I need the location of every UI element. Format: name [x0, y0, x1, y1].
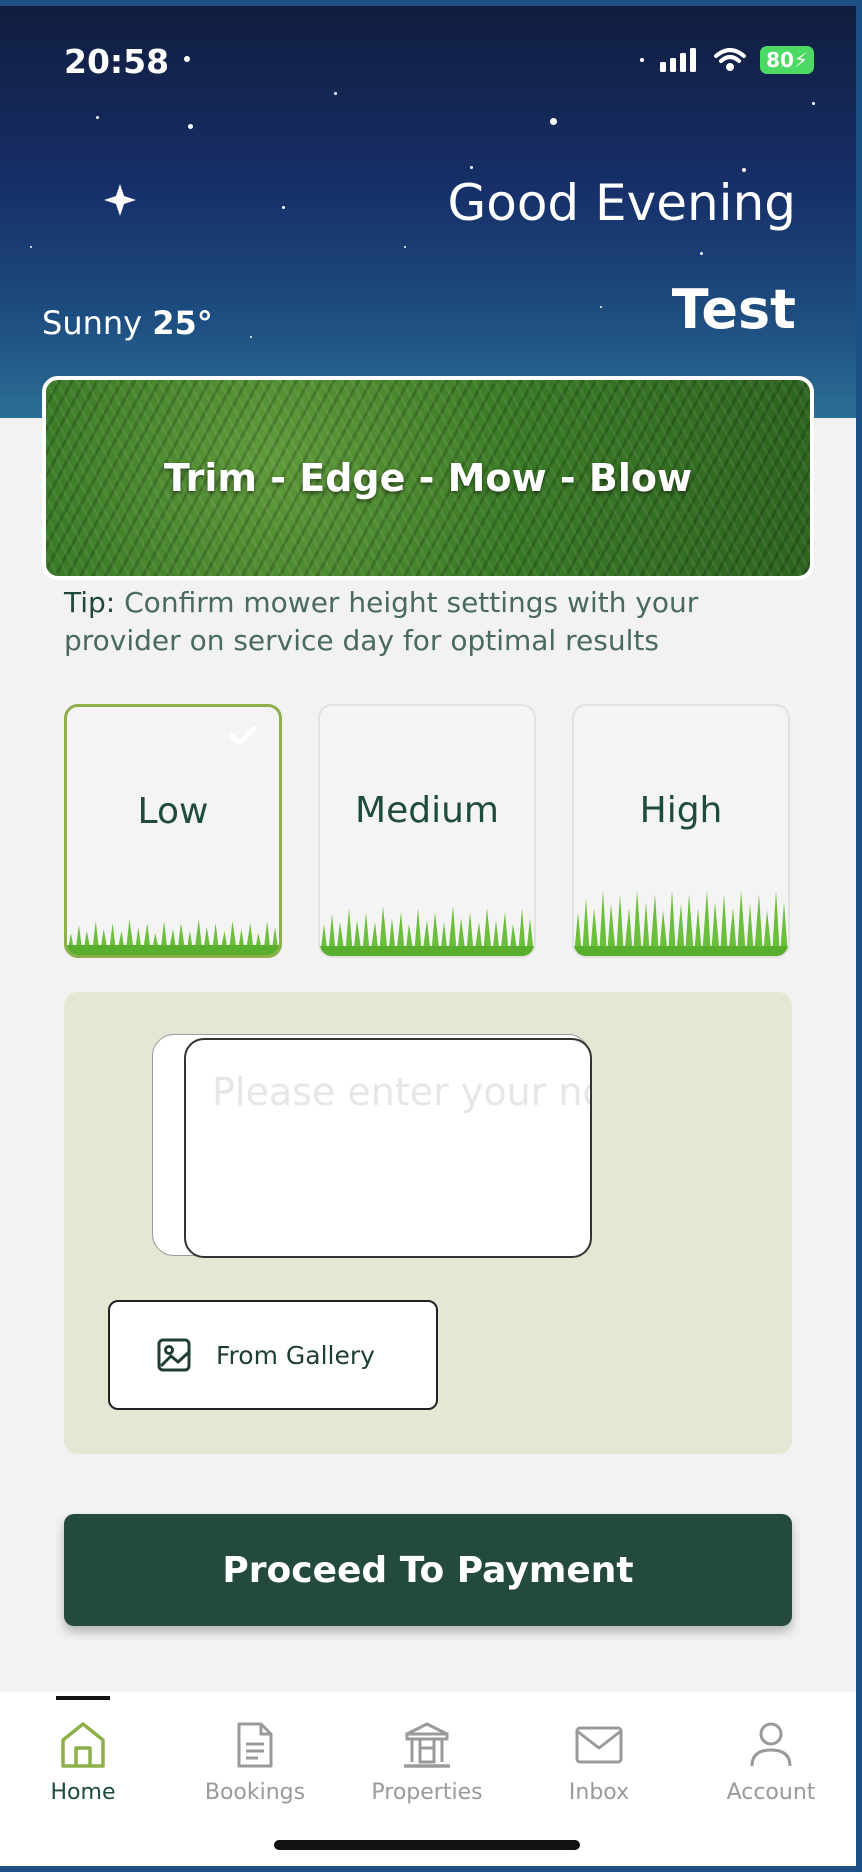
- building-icon: [404, 1722, 450, 1768]
- weather-summary: Sunny 25°: [42, 304, 213, 342]
- proceed-to-payment-button[interactable]: Proceed To Payment: [64, 1514, 792, 1626]
- tab-label-bookings: Bookings: [204, 1780, 306, 1805]
- tab-properties[interactable]: Properties: [352, 1720, 502, 1805]
- greeting-text: Good Evening: [447, 174, 796, 232]
- from-gallery-label: From Gallery: [216, 1340, 375, 1370]
- height-option-high[interactable]: High: [572, 704, 790, 958]
- tip-label: Tip:: [64, 586, 116, 619]
- mail-icon: [575, 1726, 623, 1764]
- tall-grass-icon: [574, 890, 788, 956]
- wifi-icon: [714, 48, 747, 71]
- battery-icon: 80⚡: [760, 46, 814, 74]
- weather-condition: Sunny: [42, 304, 143, 342]
- tab-label-home: Home: [50, 1780, 116, 1805]
- status-time: 20:58: [64, 42, 170, 81]
- service-banner: Trim - Edge - Mow - Blow: [42, 376, 814, 580]
- tab-bookings[interactable]: Bookings: [180, 1720, 330, 1805]
- from-gallery-button[interactable]: From Gallery: [108, 1300, 438, 1410]
- tab-home[interactable]: Home: [8, 1720, 158, 1805]
- short-grass-icon: [67, 919, 279, 955]
- night-sky-header: 20:58 80⚡ Good Evening Test Sunny 25°: [0, 6, 856, 418]
- home-icon: [61, 1722, 105, 1768]
- height-option-low[interactable]: Low: [64, 704, 282, 958]
- document-icon: [237, 1722, 273, 1768]
- tab-inbox[interactable]: Inbox: [524, 1720, 674, 1805]
- checkmark-icon: [229, 725, 257, 746]
- moon-icon: [61, 176, 148, 272]
- person-icon: [750, 1722, 792, 1767]
- username-text: Test: [671, 278, 796, 341]
- tab-label-inbox: Inbox: [568, 1780, 630, 1805]
- mower-height-options: Low Medium High: [64, 704, 790, 958]
- banner-text: Trim - Edge - Mow - Blow: [163, 456, 693, 500]
- notes-card: [184, 1038, 592, 1258]
- battery-level: 80: [766, 48, 794, 72]
- image-icon: [157, 1338, 191, 1372]
- tab-label-account: Account: [726, 1780, 816, 1805]
- status-icons: 80⚡: [660, 46, 814, 74]
- home-indicator: [274, 1840, 580, 1850]
- app-screen: 20:58 80⚡ Good Evening Test Sunny 25° Tr…: [0, 6, 856, 1866]
- notes-upload-panel: From Gallery: [64, 992, 792, 1454]
- tip-text: Tip: Confirm mower height settings with …: [64, 584, 764, 660]
- height-option-medium[interactable]: Medium: [318, 704, 536, 958]
- temperature: 25°: [152, 304, 213, 342]
- tip-body: Confirm mower height settings with your …: [64, 586, 699, 657]
- tab-account[interactable]: Account: [696, 1720, 846, 1805]
- notes-input[interactable]: [186, 1040, 590, 1256]
- medium-grass-icon: [320, 906, 534, 956]
- bottom-tab-bar: Home Bookings Properties Inbox Account: [0, 1692, 856, 1866]
- active-tab-indicator: [56, 1696, 110, 1700]
- tab-label-properties: Properties: [371, 1780, 483, 1805]
- signal-icon: [660, 48, 697, 72]
